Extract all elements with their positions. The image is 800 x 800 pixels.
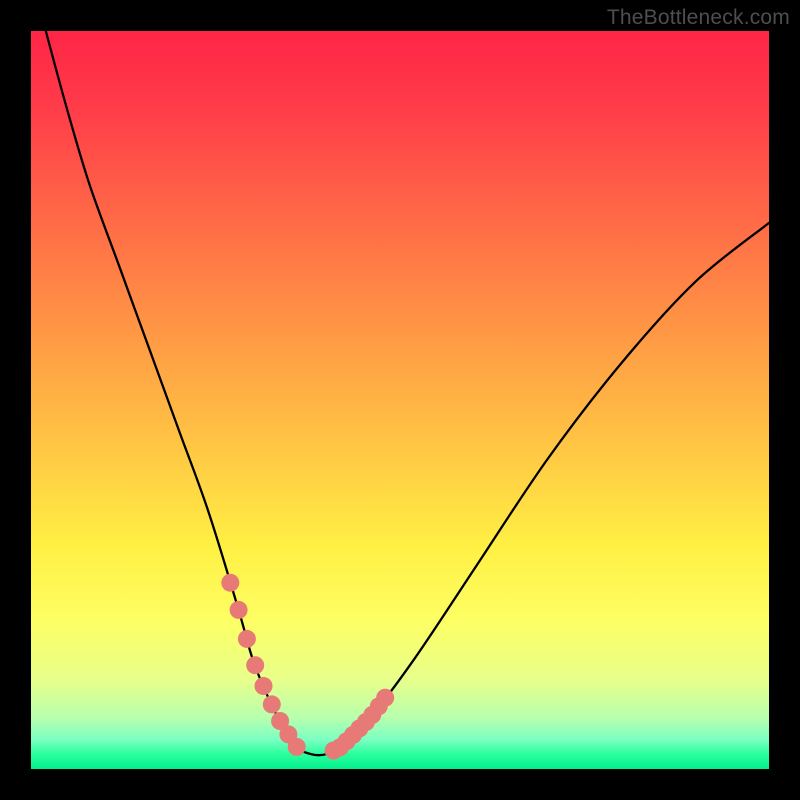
chart-plot-area [31,31,769,769]
chart-frame: TheBottleneck.com [0,0,800,800]
curve-highlight-dots [221,574,394,760]
highlight-dot [246,656,264,674]
highlight-dot [238,630,256,648]
highlight-dot [288,738,306,756]
chart-svg [31,31,769,769]
highlight-dot [255,677,273,695]
highlight-dot [221,574,239,592]
highlight-dot [263,695,281,713]
highlight-dot [376,689,394,707]
highlight-dot [230,601,248,619]
watermark-text: TheBottleneck.com [607,6,790,30]
bottleneck-curve [46,31,769,755]
